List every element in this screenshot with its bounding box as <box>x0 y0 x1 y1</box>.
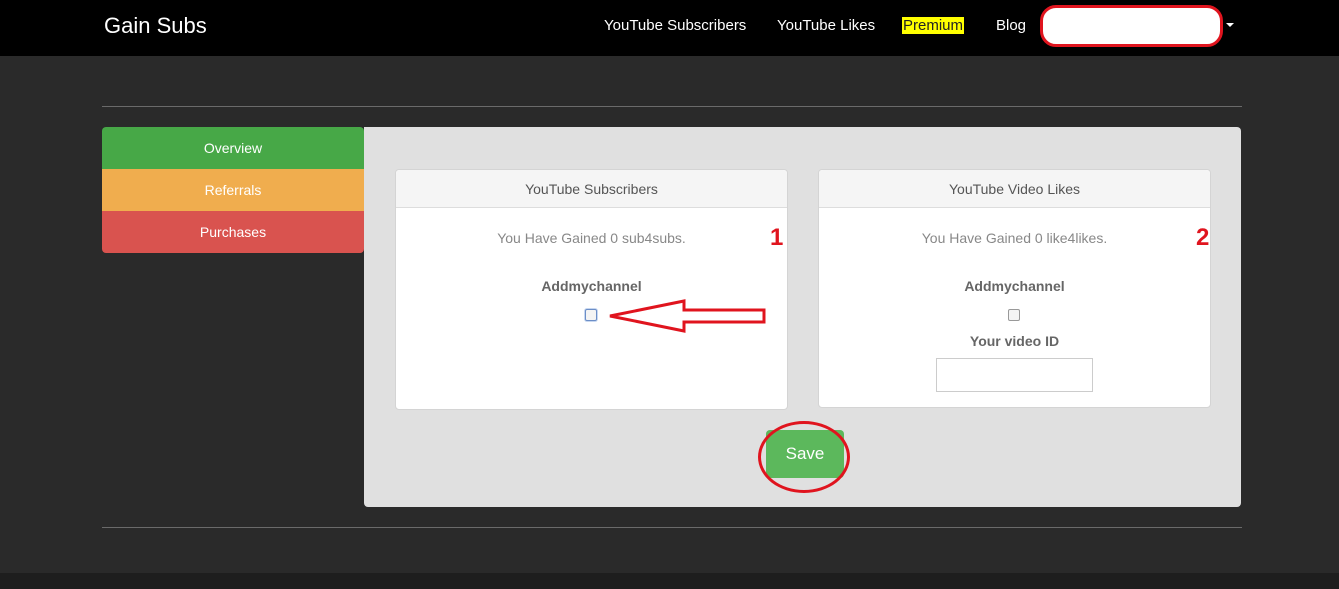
top-navbar: Gain Subs YouTube Subscribers YouTube Li… <box>0 0 1339 56</box>
subscribers-addmychannel-checkbox[interactable] <box>585 309 597 321</box>
subscribers-gained-text: You Have Gained 0 sub4subs. <box>497 230 686 246</box>
card-subscribers: YouTube Subscribers You Have Gained 0 su… <box>395 169 788 410</box>
card-likes-title: YouTube Video Likes <box>819 170 1210 208</box>
user-menu-redacted[interactable] <box>1040 5 1223 47</box>
video-id-label: Your video ID <box>969 333 1060 349</box>
nav-youtube-likes[interactable]: YouTube Likes <box>777 17 875 34</box>
divider-top <box>102 106 1242 107</box>
subscribers-addmychannel-label: Addmychannel <box>541 278 642 294</box>
footer <box>0 573 1339 589</box>
likes-gained-text: You Have Gained 0 like4likes. <box>921 230 1108 246</box>
sidebar-item-overview[interactable]: Overview <box>102 127 364 169</box>
nav-premium[interactable]: Premium <box>902 17 965 34</box>
sidebar: Overview Referrals Purchases <box>102 127 364 253</box>
sidebar-item-purchases[interactable]: Purchases <box>102 211 364 253</box>
annotation-number-1: 1 <box>770 224 784 251</box>
likes-addmychannel-checkbox[interactable] <box>1008 309 1020 321</box>
sidebar-item-referrals[interactable]: Referrals <box>102 169 364 211</box>
annotation-number-2: 2 <box>1196 224 1210 251</box>
nav-youtube-subscribers[interactable]: YouTube Subscribers <box>604 17 746 34</box>
likes-addmychannel-label: Addmychannel <box>964 278 1065 294</box>
video-id-input[interactable] <box>936 358 1093 392</box>
brand-logo[interactable]: Gain Subs <box>104 13 207 39</box>
card-subscribers-title: YouTube Subscribers <box>396 170 787 208</box>
card-likes: YouTube Video Likes You Have Gained 0 li… <box>818 169 1211 408</box>
annotation-arrow-icon <box>609 299 766 333</box>
save-button[interactable]: Save <box>766 430 844 478</box>
nav-blog[interactable]: Blog <box>996 17 1026 34</box>
chevron-down-icon[interactable] <box>1226 23 1234 27</box>
divider-bottom <box>102 527 1242 528</box>
